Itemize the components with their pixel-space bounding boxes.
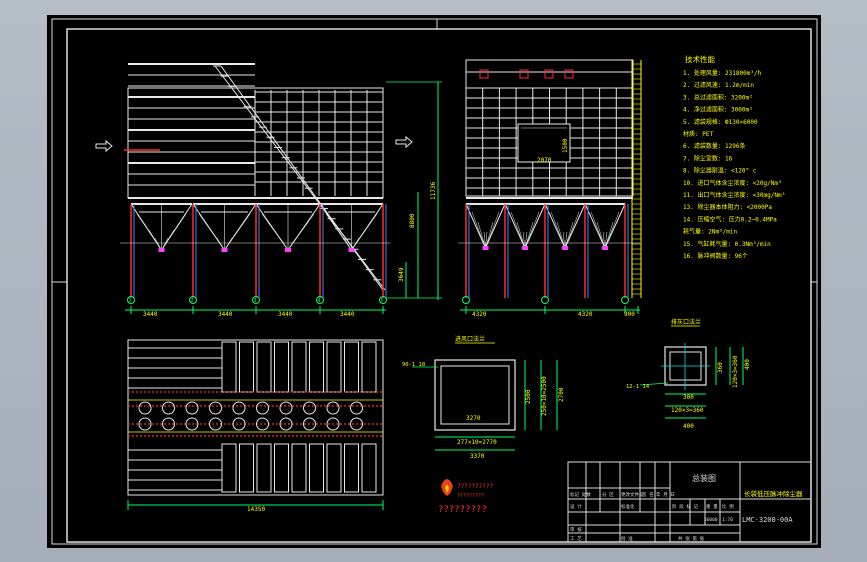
side-hopper-outlet — [522, 246, 528, 250]
height-total-dim: 11736 — [430, 182, 437, 200]
title-block-hdr-3: 更改文件号 — [621, 491, 644, 498]
plan-total-dim: 14350 — [247, 506, 265, 513]
spec-line: 6. 滤袋数量: 1296条 — [683, 142, 746, 150]
spec-line: 16. 脉冲阀数量: 96个 — [683, 252, 748, 260]
title-block-scale-label: 比 例 — [722, 503, 734, 510]
spec-line: 材质: PET — [683, 130, 713, 138]
side-bay-dim-1: 4320 — [472, 311, 487, 318]
grid-axis-label: 4 — [318, 298, 321, 304]
door-width-dim: 2070 — [537, 157, 552, 164]
inlet-width-dim: 3270 — [466, 415, 481, 422]
title-block-hdr-1: 标记 处数 — [570, 491, 591, 498]
front-bay-dim-3: 3440 — [278, 311, 293, 318]
height-leg-dim: 3649 — [398, 267, 405, 282]
title-block-approve: 批 准 — [621, 535, 633, 542]
title-block-hdr-5: 年 月 日 — [656, 491, 675, 498]
spec-title: 技术性能 — [685, 54, 715, 64]
inlet-bottom-dim: 3370 — [470, 453, 485, 460]
height-hopper-dim: 8800 — [409, 213, 416, 228]
logo-caption: ????????? — [438, 505, 487, 515]
front-hopper-outlet — [285, 248, 291, 252]
outlet-detail-title: 排灰口法兰 — [671, 318, 701, 326]
title-block-weight-label: 重 量 — [706, 503, 718, 510]
spec-line: 14. 压缩空气: 压力0.2~0.4MPa — [683, 215, 777, 223]
side-hopper-outlet — [482, 246, 489, 250]
side-hopper-outlet — [562, 246, 568, 250]
inlet-pitch-dim: 277×10=2770 — [457, 439, 497, 446]
title-block-scale: 1:70 — [722, 517, 733, 523]
logo-text-1: ?????????? — [457, 483, 494, 490]
outlet-marker: 12-1 14 — [626, 384, 650, 390]
spec-line: 10. 进口气体含尘浓度: <20g/Nm³ — [683, 179, 782, 187]
spec-line: 5. 滤袋规格: Ф130×6000 — [683, 118, 758, 126]
grid-axis-label: 1 — [129, 298, 132, 304]
title-block-sheets: 共 张 第 张 — [678, 535, 705, 542]
product-name: 长袋低压脉冲除尘器 — [744, 489, 803, 498]
title-block-weight: 56000 — [704, 517, 718, 523]
spec-line: 3. 总过滤面积: 3200m² — [683, 93, 753, 101]
title-block-process: 工 艺 — [570, 536, 582, 542]
door-height-dim: 1500 — [562, 138, 569, 153]
inlet-side-dim: 250×10=2500 — [541, 376, 548, 416]
spec-line: 13. 除尘器本体阻力: <2000Pa — [683, 203, 772, 211]
drawing-title: 总装图 — [692, 473, 716, 483]
front-hopper-outlet — [221, 248, 228, 252]
outlet-width-dim: 300 — [683, 394, 694, 401]
front-bay-dim-1: 3440 — [143, 311, 158, 318]
grid-axis-label: 3 — [254, 298, 257, 304]
inlet-height-dim: 2500 — [525, 389, 532, 404]
front-hopper-outlet — [348, 248, 355, 252]
drawing-number: LMC-3200-00A — [742, 516, 793, 524]
inlet-outer-dim: 2700 — [558, 387, 565, 402]
outlet-outer-dim: 400 — [744, 359, 751, 370]
inlet-detail-title: 进风口法兰 — [455, 335, 485, 343]
cad-drawing-canvas[interactable]: 1 2 3 4 5 技术性能 1. 处理风量: 231800m³/h 2. 过滤风速: 1… — [0, 0, 867, 562]
outlet-side-dim: 120×3=360 — [732, 355, 739, 388]
spec-line: 8. 除尘器耐温: <120° c — [683, 167, 757, 175]
outlet-height-dim: 360 — [717, 362, 724, 373]
spec-line: 1. 处理风量: 231800m³/h — [683, 69, 762, 77]
spec-line: 4. 净过滤面积: 3000m² — [683, 106, 753, 114]
inlet-marker: 90-1 18 — [402, 362, 425, 368]
side-hopper-outlet — [602, 246, 608, 250]
spec-line: 11. 出口气体含尘浓度: <30mg/Nm³ — [683, 191, 785, 199]
spec-line: 耗气量: 2Nm³/min — [683, 228, 738, 236]
title-block-design: 设 计 — [570, 503, 582, 510]
logo-text-2: ????????? — [457, 493, 484, 499]
outlet-bottom-dim: 400 — [683, 423, 694, 430]
front-hopper-outlet — [158, 248, 165, 252]
side-bay-dim-2: 4320 — [578, 311, 593, 318]
spec-line: 2. 过滤风速: 1.2m/min — [683, 81, 754, 89]
grid-axis-label: 2 — [191, 298, 194, 304]
spec-line: 15. 气缸耗气量: 0.3Nm³/min — [683, 240, 771, 248]
spec-line: 7. 除尘室数: 16 — [683, 154, 733, 162]
title-block-hdr-2: 分 区 — [602, 491, 614, 498]
title-block-stage: 阶 段 标 记 — [672, 503, 699, 510]
title-block-review: 审 核 — [570, 526, 582, 533]
side-bay-dim-3: 900 — [624, 311, 635, 318]
title-block-standard: 标准化 — [621, 503, 635, 510]
outlet-pitch-dim: 120×3=360 — [671, 407, 704, 414]
grid-axis-label: 5 — [381, 298, 384, 304]
title-block-hdr-4: 签 名 — [642, 491, 654, 498]
front-bay-dim-4: 3440 — [340, 311, 355, 318]
front-bay-dim-2: 3440 — [218, 311, 233, 318]
